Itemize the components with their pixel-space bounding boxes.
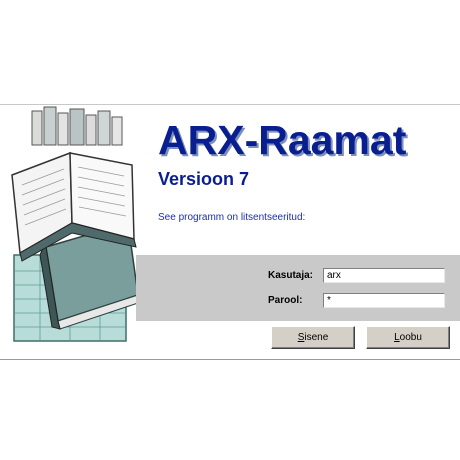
login-dialog: ARX-Raamat Versioon 7 See programm on li… [0,104,460,360]
password-label: Parool: [268,295,303,306]
enter-button-mnemonic: S [297,332,305,343]
login-band [136,255,460,321]
username-label: Kasutaja: [268,270,314,281]
enter-button[interactable]: Sisene [271,326,355,349]
cancel-button-label: oobu [399,332,422,343]
books-illustration-icon [11,106,139,342]
version-label: Versioon 7 [158,169,250,189]
app-title: ARX-Raamat [158,117,407,163]
enter-button-label: isene [304,332,329,343]
username-input[interactable] [323,268,445,283]
license-text: See programm on litsentseeritud: [158,212,306,223]
cancel-button[interactable]: Loobu [366,326,450,349]
password-input[interactable] [323,293,445,308]
